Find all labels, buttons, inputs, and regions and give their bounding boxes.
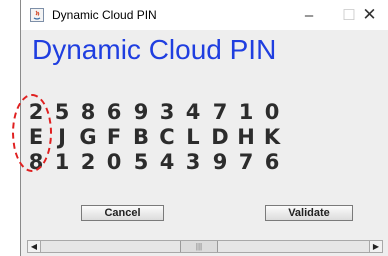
- pin-cell: 7: [212, 100, 228, 124]
- pin-cell: L: [186, 125, 200, 149]
- pin-cell: H: [237, 125, 255, 149]
- title-bar[interactable]: Dynamic Cloud PIN – ☐ ✕: [21, 0, 388, 30]
- pin-cell: 8: [80, 100, 96, 124]
- pin-cell: 1: [54, 150, 70, 174]
- scroll-right-arrow-icon[interactable]: ▶: [369, 241, 382, 252]
- scroll-left-arrow-icon[interactable]: ◀: [28, 241, 41, 252]
- pin-cell: 3: [159, 100, 175, 124]
- dynamic-cloud-pin-window: Dynamic Cloud PIN – ☐ ✕ Dynamic Cloud PI…: [12, 0, 388, 256]
- pin-cell: K: [263, 125, 281, 149]
- pin-cell: C: [159, 125, 175, 149]
- pin-cell: 0: [106, 150, 122, 174]
- pin-cell: 5: [54, 100, 70, 124]
- page-title: Dynamic Cloud PIN: [32, 34, 277, 65]
- cancel-button[interactable]: Cancel: [81, 205, 164, 221]
- window-title: Dynamic Cloud PIN: [52, 8, 157, 22]
- pin-cell: 7: [238, 150, 254, 174]
- pin-cell: 9: [133, 100, 149, 124]
- pin-cell: B: [132, 125, 149, 149]
- pin-cell: 4: [159, 150, 175, 174]
- pin-cell: D: [211, 125, 229, 149]
- pin-cell: 0: [264, 100, 280, 124]
- pin-cell: 2: [80, 150, 96, 174]
- validate-button[interactable]: Validate: [265, 205, 353, 221]
- pin-cell: G: [79, 125, 97, 149]
- highlight-circle: [12, 94, 52, 172]
- pin-cell: 5: [133, 150, 149, 174]
- pin-cell: 4: [185, 100, 201, 124]
- pin-cell: F: [106, 125, 122, 149]
- pin-cell: 3: [185, 150, 201, 174]
- close-button[interactable]: ✕: [351, 0, 388, 30]
- horizontal-scrollbar[interactable]: ◀ ||| ▶: [27, 240, 383, 253]
- pin-cell: 1: [238, 100, 254, 124]
- pin-cell: 6: [106, 100, 122, 124]
- pin-cell: J: [58, 125, 66, 149]
- java-app-icon: [30, 8, 44, 22]
- pin-cell: 6: [264, 150, 280, 174]
- pin-cell: 9: [212, 150, 228, 174]
- minimize-button[interactable]: –: [289, 0, 329, 30]
- scroll-thumb[interactable]: |||: [180, 241, 218, 252]
- content-panel: Dynamic Cloud PIN 2 5 8 6 9 3 4 7 1 0 E …: [12, 30, 388, 256]
